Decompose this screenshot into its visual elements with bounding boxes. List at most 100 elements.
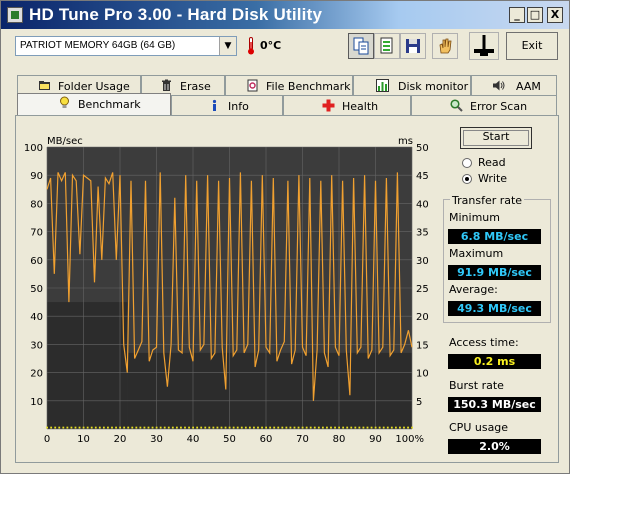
access-time-point <box>70 426 73 429</box>
y-tick-label-left: 30 <box>30 340 43 351</box>
access-time-point <box>289 426 292 429</box>
close-button[interactable]: X <box>547 7 563 23</box>
eject-icon <box>474 35 494 56</box>
access-time-point <box>338 426 340 429</box>
access-time-point <box>74 426 77 429</box>
access-time-point <box>305 426 308 429</box>
average-label: Average: <box>449 283 498 296</box>
y-tick-label-right: 20 <box>416 312 429 323</box>
access-time-point <box>82 426 85 429</box>
access-time-point <box>196 426 199 429</box>
access-time-point <box>216 426 219 429</box>
access-time-point <box>171 426 174 429</box>
drive-select[interactable]: PATRIOT MEMORY 64GB (64 GB) ▼ <box>15 36 237 56</box>
transfer-rate-title: Transfer rate <box>450 194 525 207</box>
left-axis-title: MB/sec <box>47 136 83 147</box>
access-time-point <box>90 426 93 429</box>
tab-aam[interactable]: AAM <box>471 75 557 95</box>
access-time-point <box>159 426 162 429</box>
document-icon <box>380 37 393 54</box>
access-time-point <box>111 426 113 429</box>
access-time-point <box>366 426 369 429</box>
folder-icon <box>39 81 50 90</box>
access-time-point <box>50 426 53 429</box>
x-tick-label: 0 <box>44 434 50 445</box>
minimum-label: Minimum <box>449 211 500 224</box>
access-time-point <box>411 426 413 429</box>
usb-eject-button[interactable] <box>469 32 499 60</box>
access-time-point <box>240 426 243 429</box>
tab-health[interactable]: Health <box>283 95 411 115</box>
cpu-usage-label: CPU usage <box>449 421 509 434</box>
access-time-point <box>119 426 121 429</box>
average-value: 49.3 MB/sec <box>448 301 541 316</box>
access-time-label: Access time: <box>449 336 519 349</box>
maximum-value: 91.9 MB/sec <box>448 265 541 280</box>
copy-text-button[interactable] <box>374 33 400 59</box>
y-tick-label-right: 50 <box>416 143 429 154</box>
y-tick-label-right: 35 <box>416 228 429 239</box>
y-tick-label-left: 100 <box>24 143 43 154</box>
access-time-point <box>66 426 69 429</box>
chevron-down-icon[interactable]: ▼ <box>219 37 236 55</box>
tab-erase[interactable]: Erase <box>141 75 225 95</box>
options-button[interactable] <box>432 33 458 59</box>
cpu-usage-value: 2.0% <box>448 439 541 454</box>
y-tick-label-right: 15 <box>416 340 429 351</box>
access-time-point <box>297 426 300 429</box>
access-time-point <box>123 426 126 429</box>
access-time-point <box>326 426 328 429</box>
access-time-point <box>184 426 186 429</box>
access-time-value: 0.2 ms <box>448 354 541 369</box>
access-time-point <box>317 426 320 429</box>
access-time-point <box>180 426 182 429</box>
access-time-point <box>155 426 158 429</box>
access-time-point <box>46 426 48 429</box>
maximize-button[interactable]: □ <box>527 7 543 23</box>
y-tick-label-left: 90 <box>30 171 43 182</box>
access-time-point <box>143 426 146 429</box>
tab-folder-usage[interactable]: Folder Usage <box>17 75 141 95</box>
x-tick-label: 30 <box>150 434 163 445</box>
y-tick-label-right: 5 <box>416 397 422 408</box>
save-button[interactable] <box>400 33 426 59</box>
minimize-button[interactable]: _ <box>509 7 525 23</box>
read-radio[interactable] <box>462 158 472 168</box>
tab-label: Disk monitor <box>398 80 469 93</box>
write-radio[interactable] <box>462 174 472 184</box>
copy-info-button[interactable] <box>348 33 374 59</box>
tab-disk-monitor[interactable]: Disk monitor <box>353 75 471 95</box>
monitor-chart-icon <box>376 79 389 92</box>
info-icon <box>212 99 217 111</box>
tab-file-benchmark[interactable]: File Benchmark <box>225 75 353 95</box>
maximum-label: Maximum <box>449 247 504 260</box>
access-time-point <box>265 426 267 429</box>
access-time-point <box>370 426 373 429</box>
file-benchmark-icon <box>247 79 258 92</box>
tab-error-scan[interactable]: Error Scan <box>411 95 557 115</box>
write-radio-label: Write <box>478 172 508 185</box>
tab-info[interactable]: Info <box>171 95 283 115</box>
access-time-point <box>386 426 389 429</box>
access-time-point <box>313 426 316 429</box>
access-time-point <box>248 426 251 429</box>
start-button[interactable]: Start <box>460 127 532 149</box>
access-time-point <box>285 426 288 429</box>
access-time-point <box>204 426 207 429</box>
tab-benchmark[interactable]: Benchmark <box>17 93 171 115</box>
exit-button[interactable]: Exit <box>506 32 558 60</box>
access-time-point <box>293 426 296 429</box>
access-time-point <box>403 426 405 429</box>
access-time-point <box>399 426 401 429</box>
title-bar[interactable]: HD Tune Pro 3.00 - Hard Disk Utility _ □… <box>1 1 569 29</box>
lightbulb-icon <box>60 96 69 108</box>
access-time-point <box>147 426 150 429</box>
access-time-point <box>382 426 385 429</box>
y-tick-label-left: 10 <box>30 397 43 408</box>
access-time-point <box>354 426 357 429</box>
read-radio-label: Read <box>478 156 506 169</box>
tab-label: Info <box>228 100 249 113</box>
access-time-point <box>281 426 284 429</box>
access-time-point <box>244 426 247 429</box>
access-time-point <box>220 426 223 429</box>
